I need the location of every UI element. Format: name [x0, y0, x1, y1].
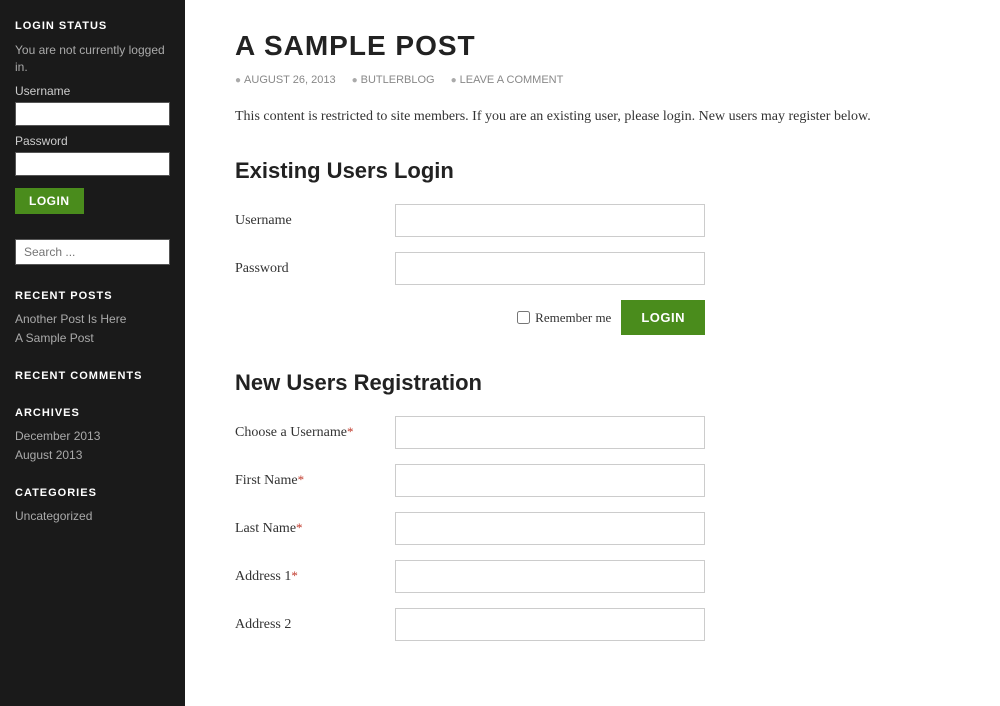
choose-username-label: Choose a Username*: [235, 424, 395, 441]
login-status-title: LOGIN STATUS: [15, 20, 170, 32]
remember-me-checkbox[interactable]: [517, 311, 530, 324]
post-description: This content is restricted to site membe…: [235, 106, 950, 128]
existing-users-heading: Existing Users Login: [235, 158, 950, 184]
existing-username-label: Username: [235, 213, 395, 229]
first-name-label: First Name*: [235, 472, 395, 489]
required-star-firstname: *: [298, 472, 305, 487]
existing-password-label: Password: [235, 261, 395, 277]
required-star-lastname: *: [296, 520, 303, 535]
existing-username-input[interactable]: [395, 204, 705, 237]
first-name-row: First Name*: [235, 464, 950, 497]
sidebar-login-button[interactable]: LOGIN: [15, 188, 84, 214]
login-status-text: You are not currently logged in.: [15, 42, 170, 76]
first-name-input[interactable]: [395, 464, 705, 497]
address2-row: Address 2: [235, 608, 950, 641]
archive-link-0[interactable]: December 2013: [15, 429, 170, 443]
login-status-section: LOGIN STATUS You are not currently logge…: [15, 20, 170, 214]
meta-author-link[interactable]: BUTLERBLOG: [361, 74, 435, 86]
archives-title: ARCHIVES: [15, 407, 170, 419]
address2-input[interactable]: [395, 608, 705, 641]
existing-password-row: Password: [235, 252, 950, 285]
existing-username-row: Username: [235, 204, 950, 237]
new-users-heading: New Users Registration: [235, 370, 950, 396]
meta-date: AUGUST 26, 2013: [244, 74, 336, 86]
categories-title: CATEGORIES: [15, 487, 170, 499]
remember-me-label[interactable]: Remember me: [517, 310, 611, 326]
archive-link-1[interactable]: August 2013: [15, 448, 170, 462]
category-link-0[interactable]: Uncategorized: [15, 509, 170, 523]
address1-label: Address 1*: [235, 568, 395, 585]
existing-password-input[interactable]: [395, 252, 705, 285]
required-star-username: *: [347, 424, 354, 439]
recent-post-link-1[interactable]: A Sample Post: [15, 331, 170, 345]
address2-label: Address 2: [235, 617, 395, 633]
person-icon: ●: [352, 75, 358, 86]
address1-input[interactable]: [395, 560, 705, 593]
main-content: A SAMPLE POST ● AUGUST 26, 2013 ● BUTLER…: [185, 0, 1000, 706]
recent-comments-section: RECENT COMMENTS: [15, 370, 170, 382]
sidebar: LOGIN STATUS You are not currently logge…: [0, 0, 185, 706]
sidebar-password-input[interactable]: [15, 152, 170, 176]
required-star-address1: *: [291, 568, 298, 583]
archives-section: ARCHIVES December 2013 August 2013: [15, 407, 170, 462]
recent-posts-title: RECENT POSTS: [15, 290, 170, 302]
recent-post-link-0[interactable]: Another Post Is Here: [15, 312, 170, 326]
meta-comment-item: ● LEAVE A COMMENT: [451, 74, 564, 86]
search-input[interactable]: [15, 239, 170, 265]
sidebar-username-input[interactable]: [15, 102, 170, 126]
categories-section: CATEGORIES Uncategorized: [15, 487, 170, 523]
search-section: [15, 239, 170, 265]
clock-icon: ●: [235, 75, 241, 86]
last-name-row: Last Name*: [235, 512, 950, 545]
meta-comment-link[interactable]: LEAVE A COMMENT: [460, 74, 564, 86]
last-name-label: Last Name*: [235, 520, 395, 537]
address1-row: Address 1*: [235, 560, 950, 593]
recent-comments-title: RECENT COMMENTS: [15, 370, 170, 382]
meta-date-item: ● AUGUST 26, 2013: [235, 74, 336, 86]
remember-login-row: Remember me LOGIN: [235, 300, 705, 335]
recent-posts-section: RECENT POSTS Another Post Is Here A Samp…: [15, 290, 170, 345]
username-label: Username: [15, 84, 170, 98]
new-users-section: New Users Registration Choose a Username…: [235, 370, 950, 641]
post-title: A SAMPLE POST: [235, 30, 950, 62]
choose-username-row: Choose a Username*: [235, 416, 950, 449]
last-name-input[interactable]: [395, 512, 705, 545]
comment-icon: ●: [451, 75, 457, 86]
choose-username-input[interactable]: [395, 416, 705, 449]
password-label: Password: [15, 134, 170, 148]
post-meta: ● AUGUST 26, 2013 ● BUTLERBLOG ● LEAVE A…: [235, 74, 950, 86]
meta-author-item: ● BUTLERBLOG: [352, 74, 435, 86]
existing-users-section: Existing Users Login Username Password R…: [235, 158, 950, 335]
main-login-button[interactable]: LOGIN: [621, 300, 705, 335]
